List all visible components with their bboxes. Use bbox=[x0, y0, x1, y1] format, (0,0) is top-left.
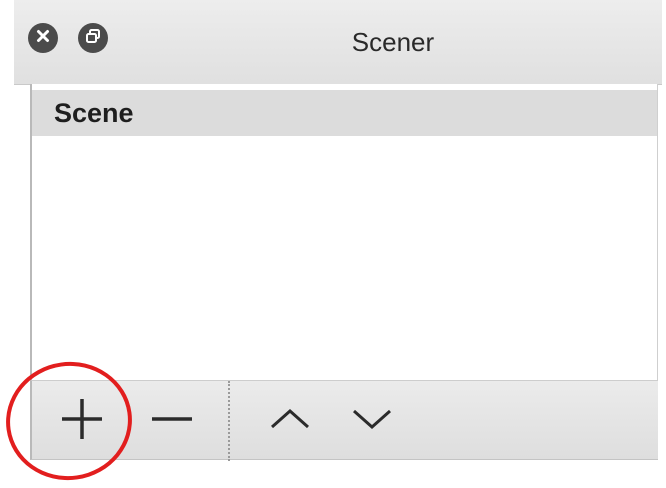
move-scene-down-button[interactable] bbox=[342, 389, 402, 453]
scene-list-item[interactable]: Scene bbox=[32, 90, 657, 136]
panel-titlebar: Scener bbox=[14, 0, 662, 85]
scene-list-item-label: Scene bbox=[54, 98, 134, 128]
add-scene-button[interactable] bbox=[52, 389, 112, 453]
chevron-down-icon bbox=[350, 405, 394, 438]
panel-title: Scener bbox=[351, 27, 435, 57]
plus-icon bbox=[58, 395, 106, 448]
remove-scene-button[interactable] bbox=[142, 389, 202, 453]
minus-icon bbox=[148, 395, 196, 448]
toolbar-separator bbox=[228, 381, 230, 461]
scenes-panel: Scener Scene bbox=[14, 0, 662, 470]
chevron-up-icon bbox=[268, 405, 312, 438]
scene-toolbar bbox=[30, 380, 658, 461]
move-scene-up-button[interactable] bbox=[260, 389, 320, 453]
scene-list: Scene bbox=[30, 84, 658, 380]
